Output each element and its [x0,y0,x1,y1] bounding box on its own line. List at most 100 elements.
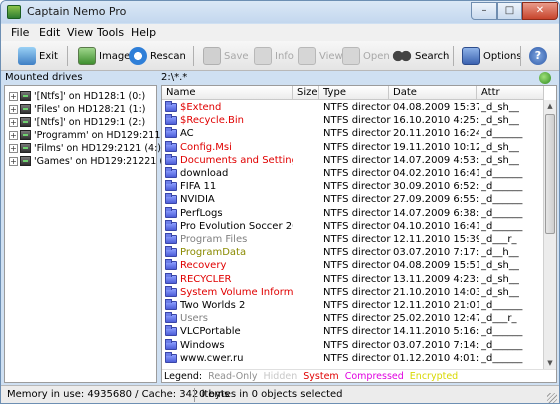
table-row[interactable]: $Recycle.Bin NTFS directory 16.10.2010 4:2… [162,114,542,127]
options-button[interactable]: Options [459,44,525,68]
exit-label: Exit [39,50,58,62]
column-header-name[interactable]: Name [162,86,293,100]
menu-file[interactable]: File [11,26,29,39]
drive-label: 'Files' on HD128:21 (1:) [34,103,146,115]
tree-item-drive-1[interactable]: + 'Files' on HD128:21 (1:) [9,103,146,115]
file-type: NTFS directory [323,181,391,193]
legend: Legend: Read-Only Hidden System Compress… [162,369,556,382]
file-type: NTFS directory [323,260,391,272]
file-name: Program Files [180,234,248,245]
status-divider [194,388,195,402]
table-row[interactable]: ProgramData NTFS directory 03.07.2010 7:17… [162,246,542,259]
file-date: 03.07.2010 7:14:34 [393,339,479,351]
vertical-scrollbar[interactable]: ▲ ▼ [543,100,556,370]
table-row[interactable]: $Extend NTFS directory04.08.2009 15:37:..… [162,101,542,114]
file-type: NTFS directory [323,326,391,338]
scroll-down-icon[interactable]: ▼ [545,358,555,369]
column-header-attr[interactable]: Attr [477,86,544,100]
file-attr: _d______ [481,220,523,232]
save-button[interactable]: Save [200,44,252,68]
table-row[interactable]: Windows NTFS directory03.07.2010 7:14:34_… [162,338,542,352]
rescan-button[interactable]: Rescan [126,44,189,68]
file-attr: _d_sh__ [481,273,519,285]
drive-icon [20,156,31,166]
file-name: Users [180,313,209,325]
folder-icon [165,299,177,310]
column-header-type[interactable]: Type [319,86,389,100]
file-name: download [180,168,229,179]
expand-icon[interactable]: + [9,143,18,153]
file-name: Two Worlds 2 [180,300,246,311]
table-row[interactable]: NVIDIA NTFS directory27.09.2009 6:55:20_d… [162,193,542,206]
help-button[interactable]: ? [526,44,550,68]
file-date: 27.09.2009 6:55:20 [393,194,479,206]
file-date: 01.12.2010 4:01:... [393,352,479,364]
folder-icon [165,312,177,324]
legend-read-only: Read-Only [208,371,258,382]
column-header-date[interactable]: Date [389,86,477,100]
drive-icon [20,143,31,153]
exit-button[interactable]: Exit [15,44,61,68]
expand-icon[interactable]: + [9,91,18,101]
save-icon [203,47,221,65]
file-date: 04.02.2010 16:41:... [393,168,479,179]
table-row[interactable]: VLCPortable NTFS directory 14.11.2010 5:16… [162,325,542,338]
table-row[interactable]: www.cwer.ru NTFS directory 01.12.2010 4:01… [162,351,542,365]
file-date: 14.07.2009 4:53:56 [393,154,479,166]
file-name: Config.Msi [180,141,232,153]
search-button[interactable]: Search [389,44,452,68]
rescan-label: Rescan [150,50,186,62]
image-button[interactable]: Image [75,44,133,68]
open-icon [342,47,360,65]
tree-item-drive-5[interactable]: + 'Games' on HD129:21221 (5:) [9,155,176,167]
file-type: NTFS directory [323,286,391,298]
close-button[interactable]: ✕ [522,2,558,20]
table-row[interactable]: Two Worlds 2 NTFS directory 12.11.2010 21:… [162,299,542,312]
table-row[interactable]: System Volume Information NTFS directory2… [162,285,542,299]
info-button[interactable]: Info [251,44,297,68]
binoculars-icon [392,47,412,65]
menu-view[interactable]: View [67,26,93,39]
file-list[interactable]: Name Size Type Date Attr $Extend NTFS dir… [161,85,557,383]
tree-item-drive-4[interactable]: + 'Films' on HD129:2121 (4:) [9,142,161,154]
folder-icon [165,351,177,363]
drive-tree[interactable]: + '[Ntfs]' on HD128:1 (0:) + 'Files' on … [4,85,180,383]
table-row[interactable]: Users NTFS directory25.02.2010 12:47:..._… [162,312,542,325]
tree-item-drive-3[interactable]: + 'Programm' on HD129:211 (3:) [9,129,180,141]
title-bar[interactable]: Captain Nemo Pro – □ ✕ [1,1,559,23]
folder-icon [165,193,177,205]
table-row[interactable]: Config.Msi NTFS directory19.11.2010 10:12… [162,140,542,154]
tree-item-drive-0[interactable]: + '[Ntfs]' on HD128:1 (0:) [9,90,145,102]
menu-edit[interactable]: Edit [39,26,60,39]
tree-item-drive-2[interactable]: + '[Ntfs]' on HD129:1 (2:) [9,116,145,128]
minimize-button[interactable]: – [471,2,497,20]
status-bar: Memory in use: 4935680 / Cache: 342 item… [1,385,559,403]
scroll-up-icon[interactable]: ▲ [545,101,555,112]
file-date: 25.02.2010 12:47:... [393,313,479,325]
options-label: Options [483,50,522,62]
column-header-size[interactable]: Size [293,86,319,100]
maximize-button[interactable]: □ [497,2,522,20]
expand-icon[interactable]: + [9,156,18,166]
open-button[interactable]: Open [339,44,393,68]
file-attr: _d__h__ [481,247,519,259]
selection-status: 0 bytes in 0 objects selected [199,389,343,400]
table-row[interactable]: Documents and Settings NTFS directory 14.0… [162,153,542,167]
table-row[interactable]: Pro Evolution Soccer 2011 NTFS directory0… [162,219,542,233]
table-row[interactable]: Program Files NTFS directory 12.11.2010 15… [162,233,542,246]
file-type: NTFS directory [323,247,391,259]
menu-tools[interactable]: Tools [97,26,124,39]
table-row[interactable]: download NTFS directory04.02.2010 16:41:.… [162,167,542,180]
table-row[interactable]: AC NTFS directory20.11.2010 16:24:..._d__… [162,127,542,140]
table-row[interactable]: FIFA 11 NTFS directory30.09.2010 6:52:20_… [162,180,542,193]
table-row[interactable]: Recovery NTFS directory04.08.2009 15:51:.… [162,259,542,272]
expand-icon[interactable]: + [9,130,18,140]
menu-help[interactable]: Help [131,26,156,39]
refresh-icon[interactable] [539,72,551,84]
scroll-thumb[interactable] [545,114,555,234]
expand-icon[interactable]: + [9,104,18,114]
resize-grip-icon[interactable] [547,393,557,403]
table-row[interactable]: PerfLogs NTFS directory14.07.2009 6:38:20… [162,206,542,220]
expand-icon[interactable]: + [9,117,18,127]
table-row[interactable]: RECYCLER NTFS directory13.11.2009 4:23:14… [162,272,542,286]
